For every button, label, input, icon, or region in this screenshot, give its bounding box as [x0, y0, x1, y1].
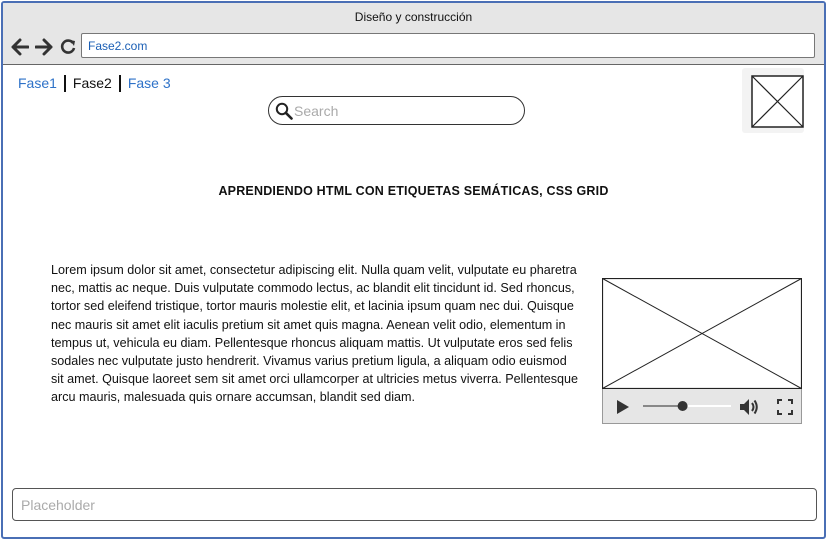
browser-window: Diseño y construcción Fase2.com Fase1 Fas… [1, 1, 826, 539]
video-controls [602, 389, 802, 424]
fullscreen-icon[interactable] [777, 399, 793, 420]
window-title: Diseño y construcción [3, 3, 824, 32]
breadcrumb-item-fase3[interactable]: Fase 3 [128, 75, 171, 91]
breadcrumb-separator [63, 74, 66, 92]
breadcrumb: Fase1 Fase2 Fase 3 [18, 74, 171, 92]
page-title: APRENDIENDO HTML CON ETIQUETAS SEMÁTICAS… [218, 184, 609, 198]
video-player[interactable] [602, 278, 802, 424]
search-box [268, 96, 525, 125]
back-arrow-icon[interactable] [11, 38, 30, 56]
forward-arrow-icon[interactable] [34, 38, 53, 56]
breadcrumb-item-fase1[interactable]: Fase1 [18, 75, 57, 91]
address-bar[interactable]: Fase2.com [81, 33, 815, 58]
search-icon[interactable] [275, 102, 293, 120]
volume-icon[interactable] [739, 398, 759, 421]
reload-icon[interactable] [59, 38, 77, 56]
breadcrumb-item-fase2: Fase2 [72, 75, 112, 92]
logo-image [742, 68, 804, 133]
video-placeholder-icon[interactable] [602, 278, 802, 389]
article-paragraph: Lorem ipsum dolor sit amet, consectetur … [51, 263, 579, 405]
video-progress-slider[interactable] [643, 397, 731, 415]
bottom-text-field[interactable] [12, 488, 817, 521]
breadcrumb-separator [118, 74, 121, 92]
image-placeholder-icon [751, 75, 804, 128]
play-icon[interactable] [616, 399, 630, 420]
browser-toolbar: Fase2.com [3, 32, 824, 65]
search-input[interactable] [294, 101, 514, 120]
